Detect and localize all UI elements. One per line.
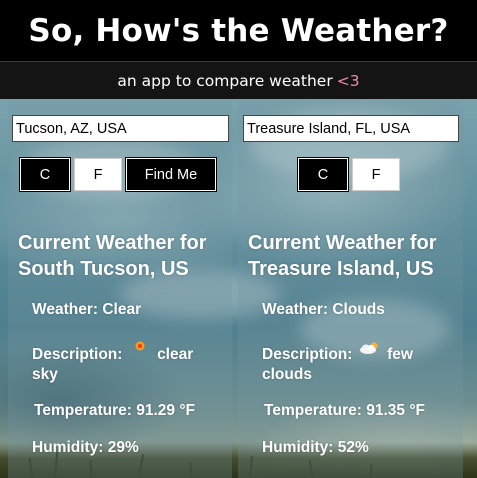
right-weather-label: Weather: [262, 301, 329, 318]
left-fahrenheit-button[interactable]: F [74, 158, 122, 191]
right-temperature-label: Temperature: [264, 402, 362, 419]
left-location-input[interactable] [12, 115, 229, 142]
left-temperature-value: 91.29 °F [136, 402, 195, 419]
left-description-row: Description: clear sky [32, 341, 222, 385]
right-heading-line1: Current Weather for [248, 232, 437, 254]
right-temperature-value: 91.35 °F [366, 402, 425, 419]
find-me-button[interactable]: Find Me [125, 157, 217, 192]
heart-text: <3 [336, 71, 360, 90]
left-weather-heading: Current Weather for South Tucson, US [18, 230, 233, 282]
left-humidity-row: Humidity: 29% [32, 438, 139, 458]
left-weather-row: Weather: Clear [32, 300, 141, 320]
right-heading-city: Treasure Island, US [248, 258, 434, 280]
right-location-input[interactable] [243, 115, 459, 142]
left-description-label: Description: [32, 346, 123, 363]
app-title: So, How's the Weather? [28, 12, 449, 49]
left-celsius-button[interactable]: C [19, 157, 71, 192]
left-weather-label: Weather: [32, 301, 99, 318]
left-temperature-label: Temperature: [34, 402, 132, 419]
right-temperature-row: Temperature: 91.35 °F [264, 401, 425, 421]
right-humidity-value: 52% [337, 439, 369, 456]
right-description-row: Description: few clouds [262, 342, 457, 385]
left-location-panel [8, 99, 232, 478]
right-weather-row: Weather: Clouds [262, 300, 385, 320]
weather-app-page: So, How's the Weather? an app to compare… [0, 0, 477, 478]
app-subheader: an app to compare weather <3 [0, 61, 477, 99]
right-description-value2: clouds [262, 366, 312, 383]
sun-icon [127, 340, 153, 358]
right-description-label: Description: [262, 346, 353, 363]
right-fahrenheit-button[interactable]: F [352, 158, 400, 191]
right-weather-heading: Current Weather for Treasure Island, US [248, 230, 463, 282]
left-humidity-label: Humidity: [32, 439, 104, 456]
right-weather-value: Clouds [332, 301, 385, 318]
right-humidity-label: Humidity: [262, 439, 334, 456]
right-celsius-button[interactable]: C [297, 157, 349, 192]
left-heading-line1: Current Weather for [18, 232, 207, 254]
right-location-panel [238, 99, 463, 478]
app-subtitle: an app to compare weather [117, 71, 333, 90]
left-heading-city: South Tucson, US [18, 258, 189, 280]
left-description-value1: clear [157, 346, 194, 363]
left-humidity-value: 29% [107, 439, 139, 456]
right-humidity-row: Humidity: 52% [262, 438, 369, 458]
right-description-value1: few [387, 346, 413, 363]
left-description-value2: sky [32, 366, 58, 383]
app-header: So, How's the Weather? [0, 0, 477, 61]
few-clouds-icon [357, 340, 383, 358]
left-temperature-row: Temperature: 91.29 °F [34, 401, 195, 421]
left-weather-value: Clear [102, 301, 142, 318]
